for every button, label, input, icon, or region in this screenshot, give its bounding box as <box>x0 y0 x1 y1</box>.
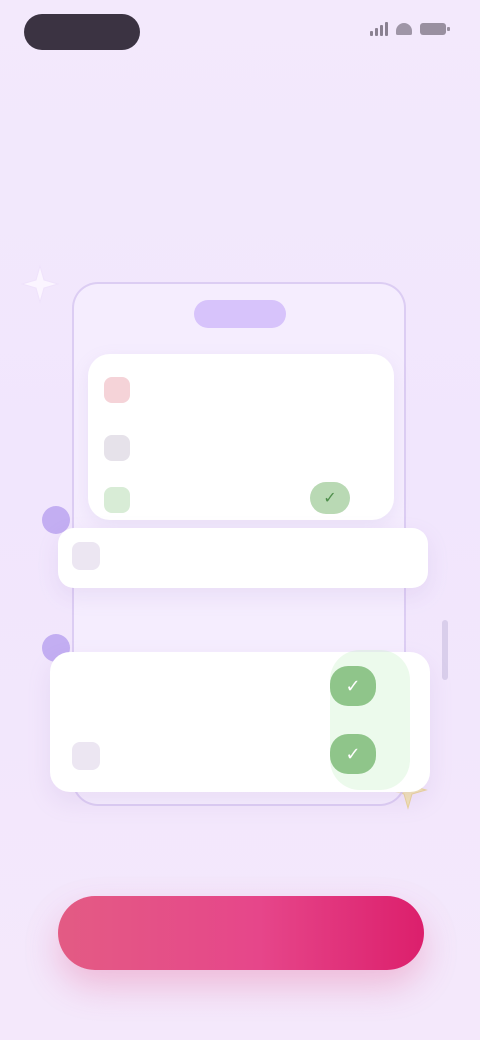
decorative-tick <box>442 620 448 680</box>
list-item <box>0 480 480 520</box>
bottom-row: ✓ <box>50 656 430 716</box>
bottom-row-icon <box>72 742 100 770</box>
list-item <box>0 370 480 410</box>
status-time <box>24 14 140 50</box>
illustration-band <box>58 528 428 588</box>
check-icon: ✓ <box>330 734 376 774</box>
primary-cta-button[interactable] <box>58 896 424 970</box>
check-icon: ✓ <box>330 666 376 706</box>
list-item-icon <box>104 487 130 513</box>
list-item <box>0 428 480 468</box>
check-icon: ✓ <box>310 482 350 514</box>
signal-icon <box>370 22 388 36</box>
illustration-pill <box>194 300 286 328</box>
bottom-row: ✓ <box>50 724 430 784</box>
status-icons <box>370 22 450 36</box>
list-item-icon <box>104 377 130 403</box>
sparkle-icon <box>20 264 60 304</box>
list-item-icon <box>104 435 130 461</box>
band-icon <box>72 542 100 570</box>
status-bar <box>0 0 480 64</box>
wifi-icon <box>396 23 412 35</box>
battery-icon <box>420 23 450 35</box>
